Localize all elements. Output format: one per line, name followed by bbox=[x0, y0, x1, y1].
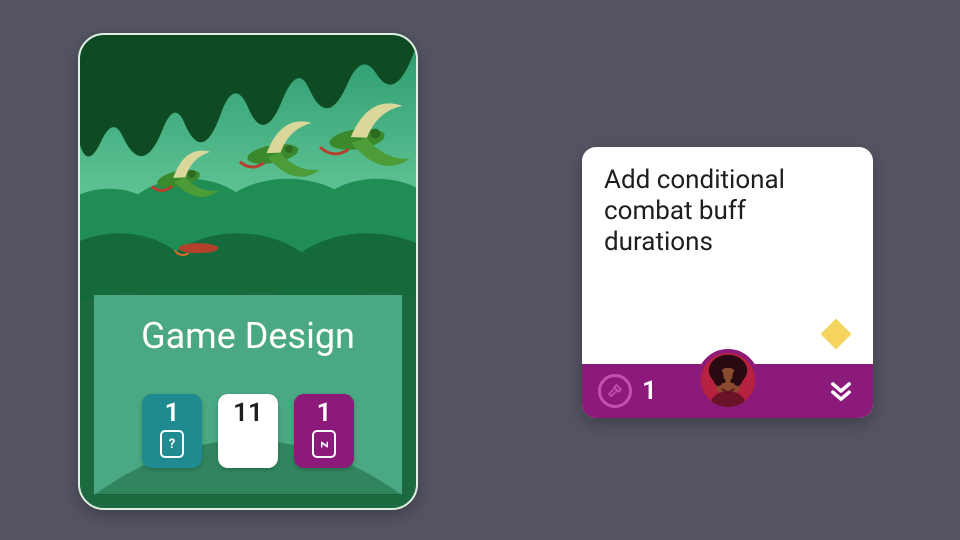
stat-snoozed-count: 1 bbox=[317, 400, 332, 426]
task-title: Add conditional combat buff durations bbox=[582, 147, 873, 259]
stat-snoozed[interactable]: 1 z bbox=[294, 394, 354, 468]
stat-active-count: 11 bbox=[233, 400, 263, 426]
assignee-avatar[interactable] bbox=[697, 349, 759, 411]
board-title: Game Design bbox=[80, 315, 416, 357]
hammer-badge-icon bbox=[598, 374, 632, 408]
stat-triage-count: 1 bbox=[165, 400, 180, 426]
task-footer-count: 1 bbox=[642, 376, 657, 406]
snooze-icon: z bbox=[312, 430, 336, 458]
priority-diamond-icon bbox=[820, 318, 851, 349]
board-stats-row: 1 ? 11 1 z bbox=[80, 394, 416, 472]
task-card[interactable]: Add conditional combat buff durations 1 bbox=[582, 147, 873, 418]
stat-triage[interactable]: 1 ? bbox=[142, 394, 202, 468]
board-card[interactable]: Game Design 1 ? 11 1 z bbox=[78, 33, 418, 510]
stat-active[interactable]: 11 bbox=[218, 394, 278, 468]
question-icon: ? bbox=[160, 430, 184, 458]
chevron-down-double-icon[interactable] bbox=[825, 375, 857, 407]
